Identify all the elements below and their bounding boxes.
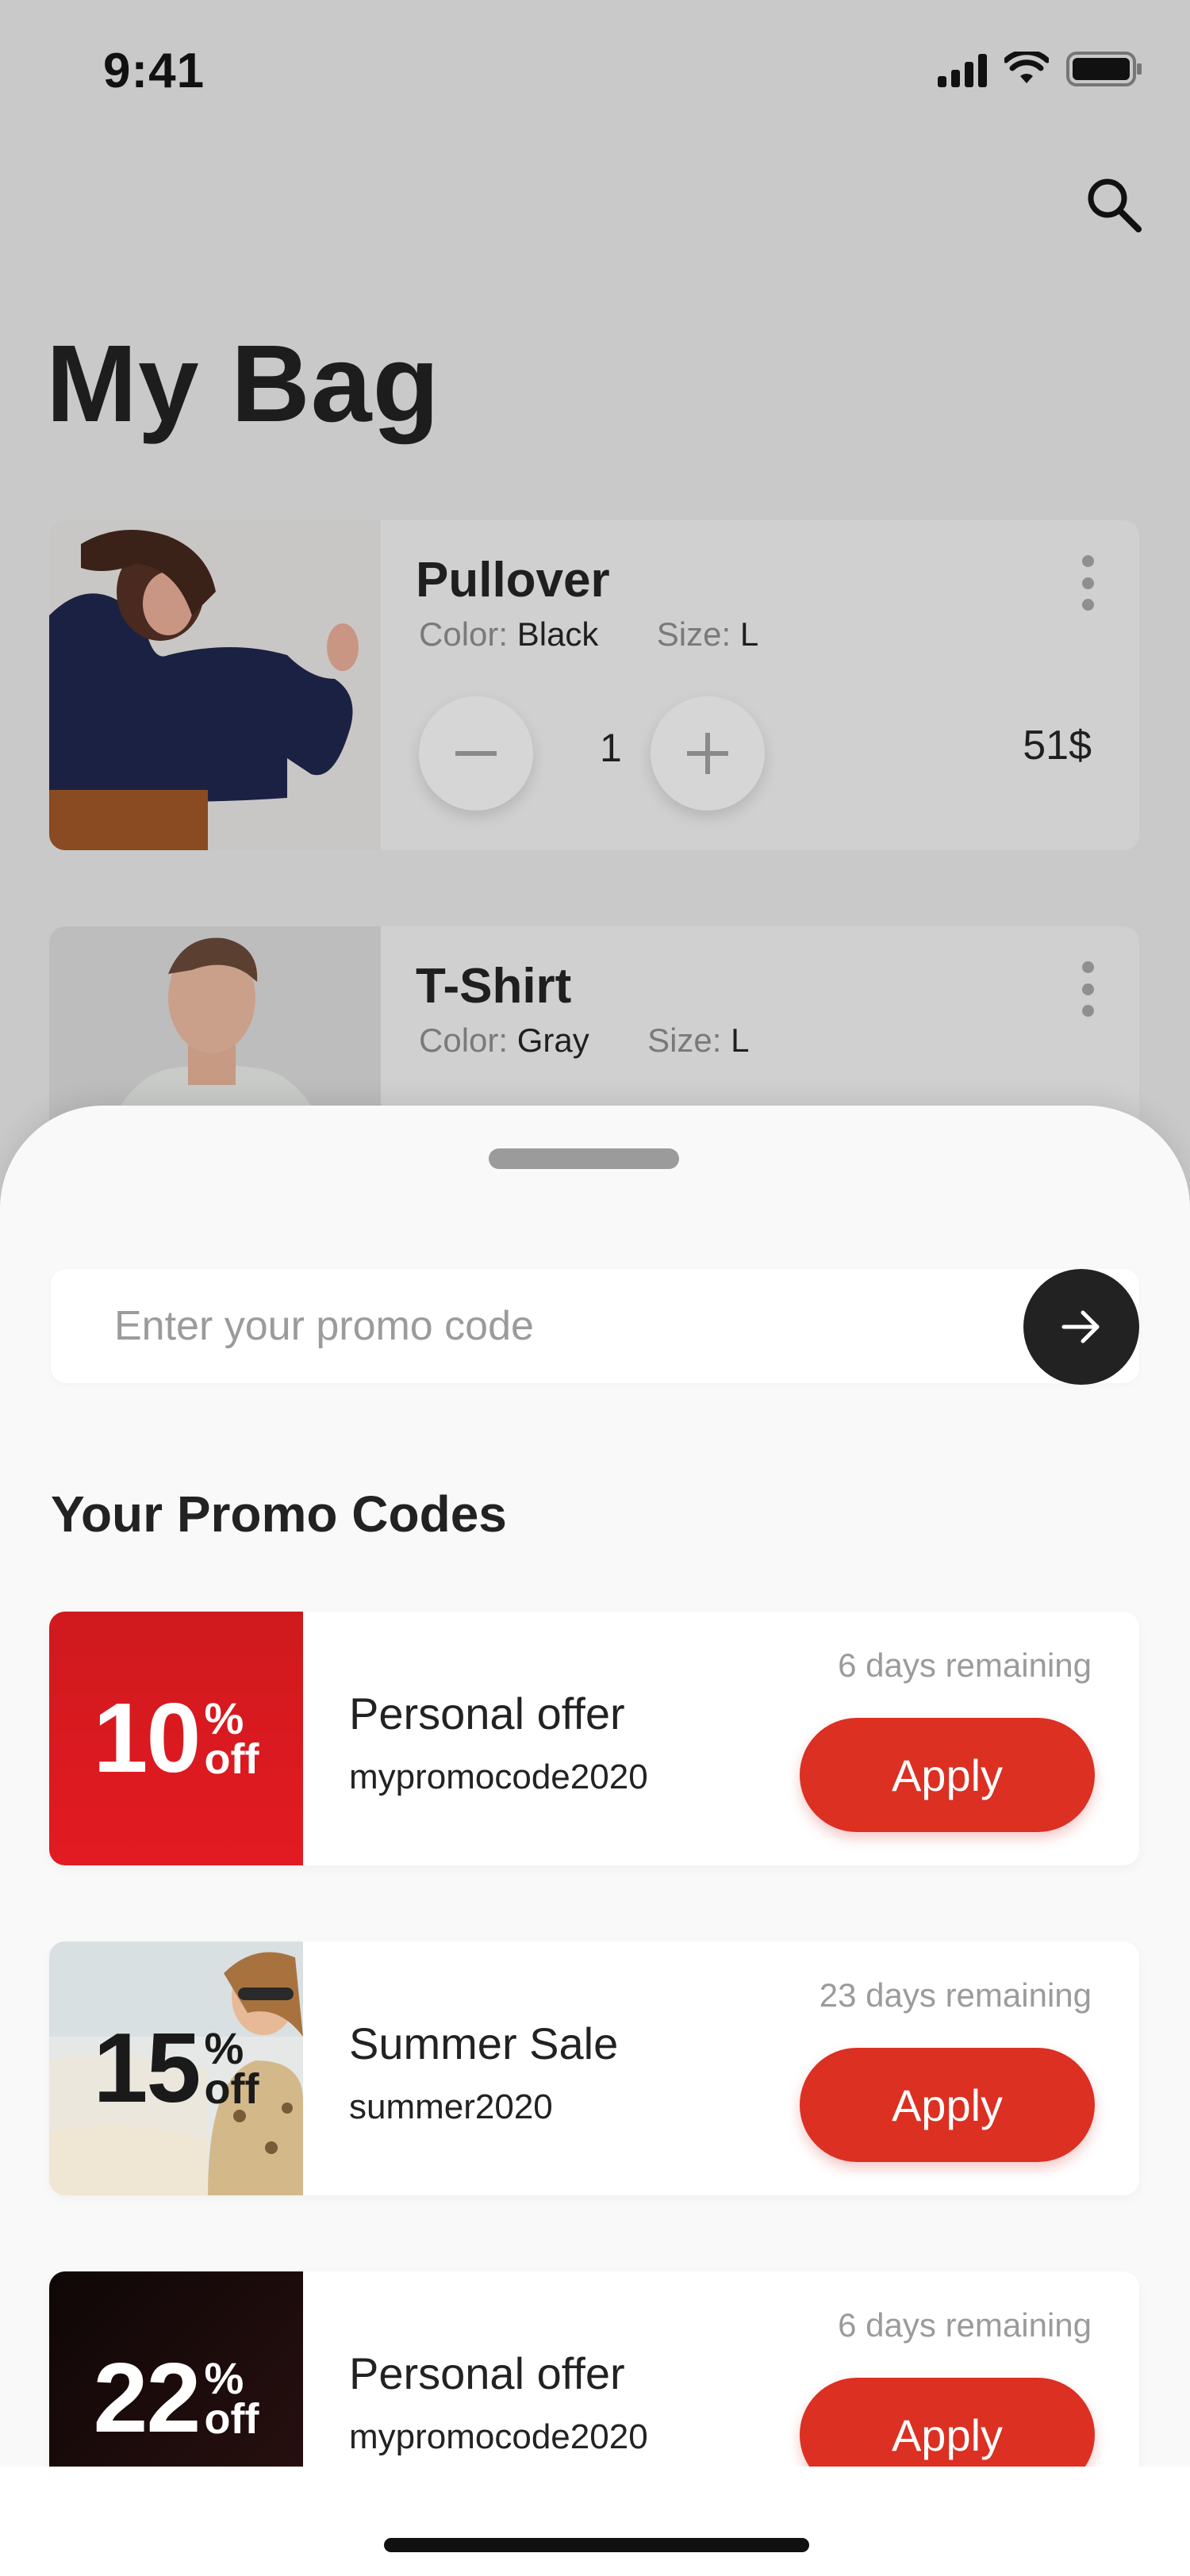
decrease-quantity-button[interactable]	[419, 696, 533, 811]
more-options-button[interactable]	[1076, 555, 1100, 611]
item-attributes: Color: Black Size: L	[419, 615, 758, 654]
bag-item-card[interactable]: Pullover Color: Black Size: L 1 51$	[49, 520, 1139, 850]
promo-title: Personal offer	[349, 1689, 625, 1738]
apply-button[interactable]: Apply	[800, 2048, 1095, 2162]
color-label: Color:	[419, 1022, 509, 1059]
promo-bottom-sheet: Your Promo Codes 10 % off Personal offer…	[0, 1106, 1190, 2576]
arrow-right-icon	[1061, 1310, 1100, 1344]
days-remaining: 23 days remaining	[819, 1976, 1092, 2014]
promo-title: Personal offer	[349, 2348, 625, 2398]
size-value: L	[731, 1022, 750, 1059]
plus-icon	[687, 733, 728, 774]
promo-code-text: mypromocode2020	[349, 1758, 648, 1796]
off-label: off	[204, 2395, 259, 2443]
days-remaining: 6 days remaining	[838, 2306, 1092, 2344]
size-label: Size:	[656, 615, 731, 653]
color-value: Black	[516, 615, 599, 653]
promo-card: 10 % off Personal offer mypromocode2020 …	[49, 1612, 1139, 1865]
promo-code-text: summer2020	[349, 2087, 553, 2126]
color-value: Gray	[516, 1022, 589, 1059]
search-icon	[1088, 178, 1142, 232]
search-button[interactable]	[1082, 173, 1146, 236]
apply-button[interactable]: Apply	[800, 1718, 1095, 1832]
promo-submit-button[interactable]	[1023, 1269, 1139, 1385]
promo-codes-heading: Your Promo Codes	[51, 1485, 507, 1543]
discount-badge: 15 % off	[49, 1942, 303, 2195]
promo-title: Summer Sale	[349, 2018, 619, 2068]
off-label: off	[204, 1735, 259, 1783]
item-attributes: Color: Gray Size: L	[419, 1022, 749, 1060]
item-name: T-Shirt	[416, 959, 572, 1014]
status-bar: 9:41	[0, 0, 1190, 143]
promo-code-text: mypromocode2020	[349, 2417, 648, 2456]
percent-sign: %	[204, 2353, 244, 2403]
percent-sign: %	[204, 2023, 244, 2073]
increase-quantity-button[interactable]	[651, 696, 765, 811]
my-bag-screen: 9:41 My Bag Pullover Color: Black Size: …	[0, 0, 1190, 2576]
discount-badge: 10 % off	[49, 1612, 303, 1865]
discount-value: 10	[93, 1684, 202, 1793]
battery-icon	[1066, 52, 1142, 86]
home-indicator[interactable]	[384, 2538, 809, 2552]
sheet-drag-handle[interactable]	[489, 1148, 679, 1169]
quantity-value: 1	[600, 726, 622, 770]
status-time: 9:41	[103, 44, 205, 98]
promo-code-input[interactable]	[51, 1269, 1139, 1383]
wifi-icon	[1004, 52, 1049, 83]
item-name: Pullover	[416, 553, 610, 608]
off-label: off	[204, 2065, 259, 2113]
discount-value: 22	[93, 2344, 202, 2453]
home-indicator-area	[0, 2467, 1190, 2576]
color-label: Color:	[419, 615, 509, 653]
minus-icon	[455, 751, 497, 756]
status-icons	[938, 51, 1144, 87]
size-value: L	[739, 615, 759, 653]
size-label: Size:	[647, 1022, 722, 1059]
promo-code-field	[51, 1269, 1139, 1385]
cellular-signal-icon	[938, 51, 987, 87]
discount-value: 15	[93, 2014, 202, 2123]
promo-card: 15 % off Summer Sale summer2020 23 days …	[49, 1942, 1139, 2195]
item-price: 51$	[1023, 723, 1092, 769]
days-remaining: 6 days remaining	[838, 1646, 1092, 1684]
product-image	[49, 520, 381, 850]
page-title: My Bag	[46, 323, 440, 445]
more-options-button[interactable]	[1076, 961, 1100, 1017]
percent-sign: %	[204, 1693, 244, 1743]
